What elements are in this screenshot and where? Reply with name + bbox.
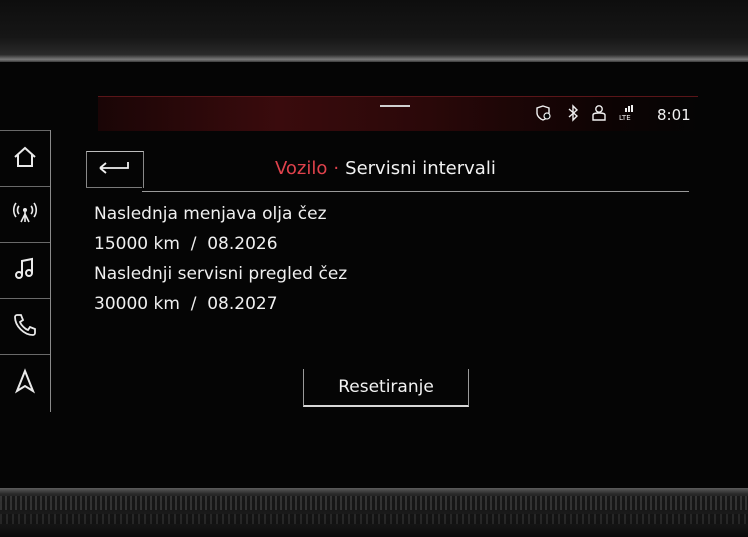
status-bar	[98, 96, 698, 131]
oil-change-label: Naslednja menjava olja čez	[94, 204, 327, 224]
bezel-grille-lower	[0, 514, 748, 524]
service-inspection-label: Naslednji servisni pregled čez	[94, 264, 348, 284]
location-shield-icon	[535, 104, 553, 127]
back-arrow-icon	[98, 159, 132, 181]
header-divider-left	[86, 187, 142, 188]
breadcrumb-separator: ·	[333, 158, 340, 179]
svg-text:LTE: LTE	[619, 114, 631, 122]
oil-change-value: 15000 km / 08.2026	[94, 234, 278, 254]
reset-button[interactable]: Resetiranje	[303, 369, 469, 407]
device-bezel-bottom	[0, 488, 748, 537]
radio-antenna-icon	[12, 200, 38, 230]
breadcrumb-vozilo[interactable]: Vozilo	[275, 158, 327, 179]
nav-radio[interactable]	[0, 186, 50, 243]
user-profile-icon	[590, 104, 608, 127]
pull-down-handle[interactable]	[380, 105, 410, 107]
phone-icon	[12, 312, 38, 342]
service-inspection-value: 30000 km / 08.2027	[94, 294, 278, 314]
navigation-arrow-icon	[12, 368, 38, 398]
page-title: Vozilo · Servisni intervali	[275, 158, 496, 179]
reset-button-label: Resetiranje	[338, 377, 434, 397]
back-button[interactable]	[86, 151, 144, 188]
nav-phone[interactable]	[0, 298, 50, 355]
music-note-icon	[12, 256, 38, 286]
bezel-grille	[0, 496, 748, 510]
side-navigation	[0, 130, 51, 412]
bluetooth-icon	[566, 104, 580, 127]
clock: 8:01	[657, 106, 691, 124]
device-bezel-top	[0, 0, 748, 62]
home-icon	[12, 144, 38, 174]
nav-navigation[interactable]	[0, 354, 50, 411]
title-text: Servisni intervali	[345, 158, 496, 179]
nav-media[interactable]	[0, 242, 50, 299]
lte-signal-icon: LTE	[617, 104, 637, 127]
nav-home[interactable]	[0, 130, 50, 187]
header-divider	[142, 191, 689, 192]
